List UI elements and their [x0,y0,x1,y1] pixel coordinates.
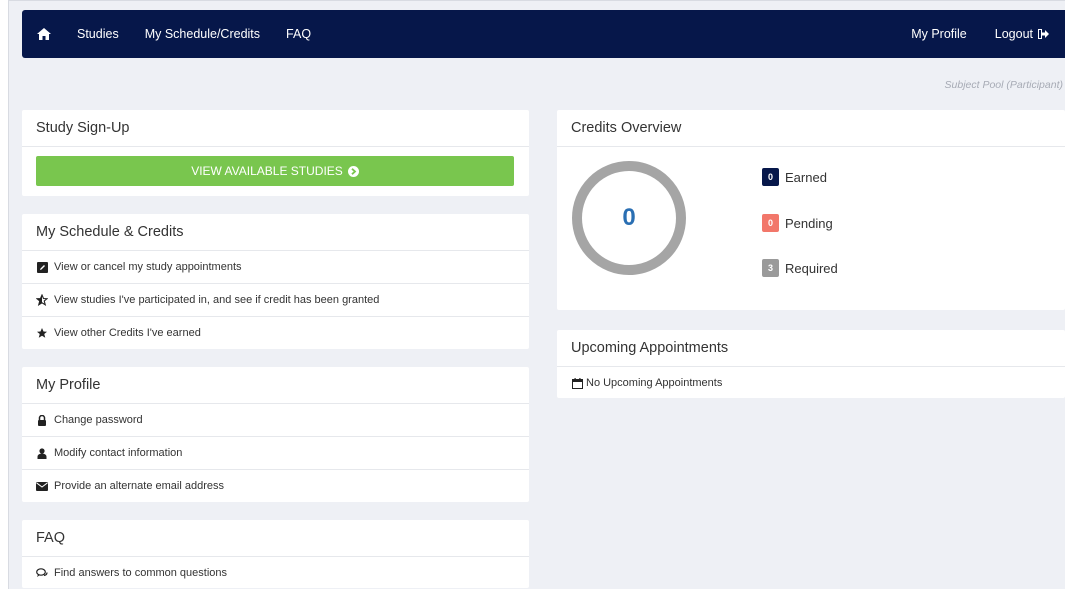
credits-donut-chart: 0 [571,160,687,276]
change-password-link[interactable]: Change password [22,404,529,437]
study-signup-panel: Study Sign-Up VIEW AVAILABLE STUDIES [22,110,529,196]
upcoming-appointments-panel: Upcoming Appointments No Upcoming Appoin… [557,330,1065,398]
nav-my-profile[interactable]: My Profile [911,27,967,41]
view-participated-studies-link[interactable]: View studies I've participated in, and s… [22,284,529,317]
circle-arrow-right-icon [347,165,359,177]
home-icon [37,28,51,40]
view-available-studies-label: VIEW AVAILABLE STUDIES [191,164,343,178]
view-cancel-appointments-label: View or cancel my study appointments [54,261,242,273]
alternate-email-label: Provide an alternate email address [54,480,224,492]
alternate-email-link[interactable]: Provide an alternate email address [22,470,529,502]
credits-total: 0 [622,204,636,231]
faq-panel: FAQ Find answers to common questions [22,520,529,588]
faq-title: FAQ [22,520,529,557]
my-profile-panel: My Profile Change password Modify contac… [22,367,529,502]
no-appointments-row: No Upcoming Appointments [557,367,1065,399]
logout-label: Logout [994,27,1033,41]
home-link[interactable] [37,28,51,40]
view-available-studies-button[interactable]: VIEW AVAILABLE STUDIES [36,156,514,186]
sign-out-icon [1038,29,1049,39]
nav-logout[interactable]: Logout [995,27,1049,41]
calendar-icon [571,377,583,389]
legend-required: 3 Required [762,259,838,277]
required-badge: 3 [762,259,779,277]
modify-contact-info-link[interactable]: Modify contact information [22,437,529,470]
modify-contact-info-label: Modify contact information [54,447,183,459]
upcoming-appointments-title: Upcoming Appointments [557,330,1065,367]
nav-my-schedule-credits[interactable]: My Schedule/Credits [145,27,260,41]
comments-icon [36,567,48,579]
credits-overview-title: Credits Overview [557,110,1065,147]
view-cancel-appointments-link[interactable]: View or cancel my study appointments [22,251,529,284]
nav-faq[interactable]: FAQ [286,27,311,41]
role-subtitle: Subject Pool (Participant) [944,79,1063,91]
view-other-credits-link[interactable]: View other Credits I've earned [22,317,529,349]
legend-pending: 0 Pending [762,214,833,232]
pending-label: Pending [785,215,833,231]
schedule-credits-title: My Schedule & Credits [22,214,529,251]
earned-badge: 0 [762,168,779,186]
envelope-icon [36,480,48,492]
user-icon [36,447,48,459]
lock-icon [36,414,48,426]
find-answers-link[interactable]: Find answers to common questions [22,557,529,589]
my-profile-title: My Profile [22,367,529,404]
top-navbar: Studies My Schedule/Credits FAQ My Profi… [22,10,1065,58]
view-participated-studies-label: View studies I've participated in, and s… [54,294,380,306]
study-signup-title: Study Sign-Up [22,110,529,147]
pending-badge: 0 [762,214,779,232]
schedule-credits-panel: My Schedule & Credits View or cancel my … [22,214,529,349]
nav-studies[interactable]: Studies [77,27,119,41]
star-icon [36,327,48,339]
legend-earned: 0 Earned [762,168,827,186]
no-appointments-text: No Upcoming Appointments [586,377,723,389]
edit-icon [36,261,48,273]
change-password-label: Change password [54,414,143,426]
find-answers-label: Find answers to common questions [54,567,228,579]
earned-label: Earned [785,169,827,185]
required-label: Required [785,260,838,276]
view-other-credits-label: View other Credits I've earned [54,327,201,339]
credits-overview-panel: Credits Overview 0 0 Earned 0 Pending 3 … [557,110,1065,310]
half-star-icon [36,294,48,306]
